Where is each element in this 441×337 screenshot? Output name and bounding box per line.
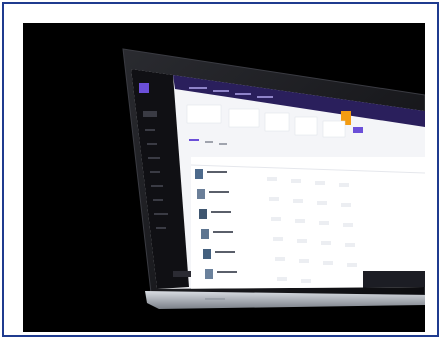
sidebar-footer-button xyxy=(173,271,193,277)
image-frame xyxy=(2,2,439,337)
laptop-illustration xyxy=(122,48,425,309)
laptop-hinge-notch xyxy=(205,298,225,300)
screen-footer xyxy=(363,271,425,289)
content-tabs xyxy=(189,139,199,141)
sidebar-logo xyxy=(139,83,149,93)
photo xyxy=(23,23,425,332)
product-table xyxy=(190,157,425,289)
